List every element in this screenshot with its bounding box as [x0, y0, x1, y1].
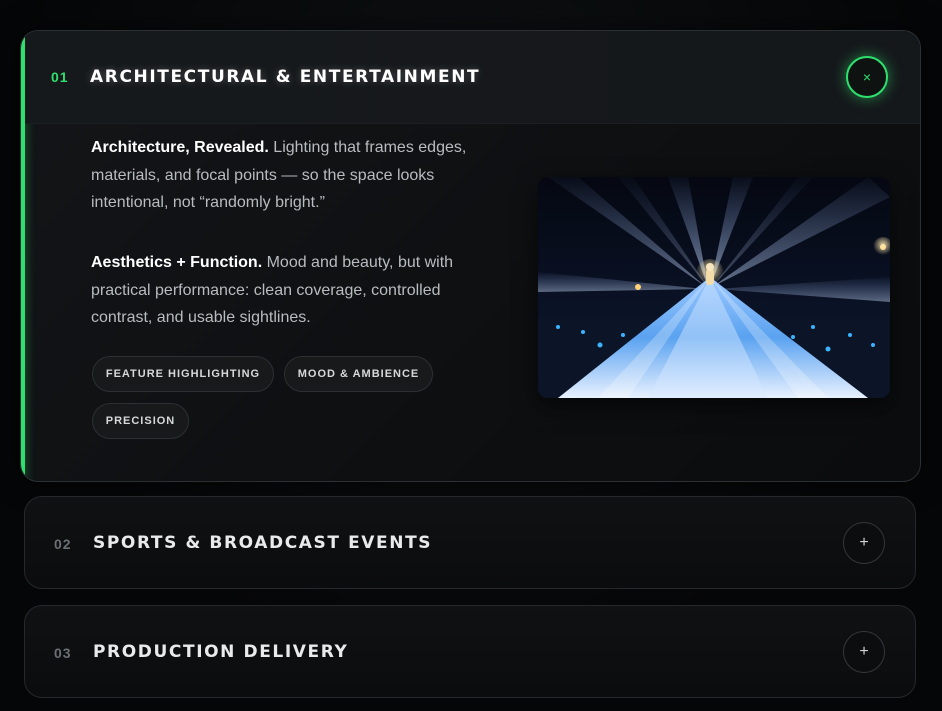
- accordion-panel-sports[interactable]: 02 SPORTS & BROADCAST EVENTS +: [24, 496, 916, 589]
- paragraph-lead: Architecture, Revealed.: [91, 139, 269, 156]
- panel-title[interactable]: SPORTS & BROADCAST EVENTS: [93, 533, 432, 553]
- tag-precision: PRECISION: [92, 403, 189, 439]
- panel-title[interactable]: ARCHITECTURAL & ENTERTAINMENT: [90, 67, 480, 87]
- paragraph-architecture: Architecture, Revealed. Lighting that fr…: [91, 134, 486, 217]
- panel-number: 02: [54, 536, 72, 552]
- expand-button[interactable]: +: [843, 522, 885, 564]
- panel-title[interactable]: PRODUCTION DELIVERY: [93, 642, 348, 662]
- services-accordion: 01 ARCHITECTURAL & ENTERTAINMENT × Archi…: [0, 0, 942, 711]
- panel-number: 01: [51, 69, 69, 85]
- plus-icon: +: [859, 534, 869, 551]
- panel-number: 03: [54, 645, 72, 661]
- paragraph-lead: Aesthetics + Function.: [91, 254, 263, 271]
- close-icon: ×: [862, 69, 872, 85]
- tag-feature-highlighting: FEATURE HIGHLIGHTING: [92, 356, 274, 392]
- tag-mood-ambience: MOOD & AMBIENCE: [284, 356, 433, 392]
- feature-image: [538, 177, 890, 398]
- plus-icon: +: [859, 643, 869, 660]
- paragraph-aesthetics: Aesthetics + Function. Mood and beauty, …: [91, 249, 486, 332]
- accordion-panel-architectural: 01 ARCHITECTURAL & ENTERTAINMENT × Archi…: [20, 30, 921, 482]
- accordion-panel-production[interactable]: 03 PRODUCTION DELIVERY +: [24, 605, 916, 698]
- collapse-button[interactable]: ×: [846, 56, 888, 98]
- expand-button[interactable]: +: [843, 631, 885, 673]
